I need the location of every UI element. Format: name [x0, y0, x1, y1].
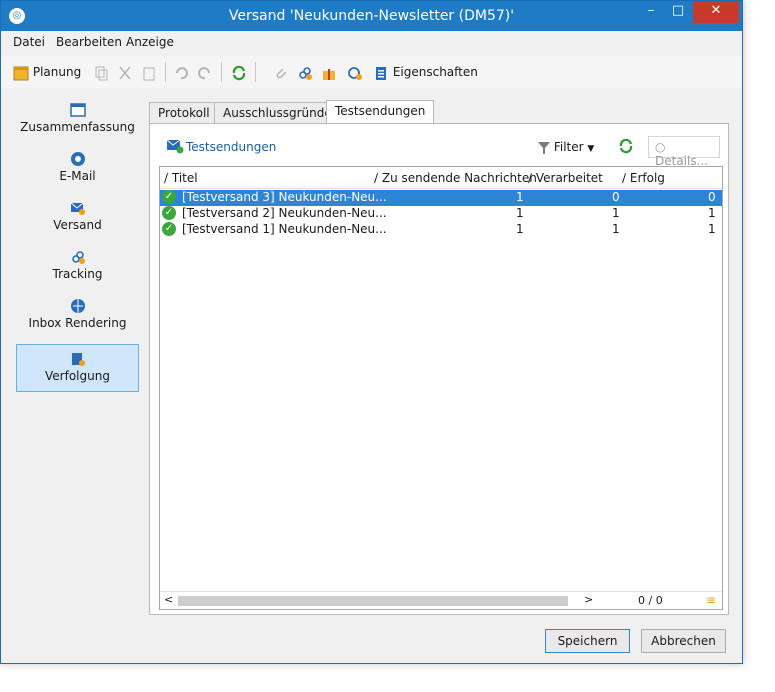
pager: 0 / 0: [638, 594, 663, 607]
main-panel: Testsendungen Filter ▼ ○ Details... ∕ Ti…: [149, 123, 729, 615]
target-icon[interactable]: [347, 63, 363, 81]
list-toolbar: Testsendungen Filter ▼ ○ Details...: [158, 134, 720, 168]
menu-bearbeiten[interactable]: Bearbeiten: [56, 35, 122, 49]
window: ◎ Versand 'Neukunden-Newsletter (DM57)' …: [0, 0, 743, 664]
link-icon: [71, 251, 85, 264]
scroll-right-icon[interactable]: >: [584, 593, 593, 606]
minimize-button[interactable]: –: [638, 1, 664, 23]
tab-testsendungen[interactable]: Testsendungen: [326, 100, 435, 124]
details-button[interactable]: ○ Details...: [648, 136, 720, 168]
save-button[interactable]: Speichern: [545, 629, 630, 653]
paste-icon[interactable]: [141, 63, 157, 81]
check-icon: ✓: [162, 190, 176, 204]
table-row[interactable]: ✓ [Testversand 1] Neukunden-Neu... 1 1 1: [160, 222, 722, 238]
col-verarbeitet[interactable]: ∕ Verarbeitet: [528, 171, 603, 185]
test-mail-icon: [166, 139, 184, 154]
copy-icon[interactable]: [93, 63, 109, 81]
nav-versand[interactable]: Versand: [16, 200, 139, 248]
delivery-icon: [70, 202, 85, 215]
funnel-icon: [538, 141, 550, 154]
close-button[interactable]: ✕: [693, 1, 739, 23]
search-icon: ○: [655, 140, 666, 154]
table-header: ∕ Titel ∕ Zu sendende Nachrichten ∕ Vera…: [160, 167, 722, 189]
check-icon: ✓: [162, 206, 176, 220]
table-row[interactable]: ✓ [Testversand 2] Neukunden-Neu... 1 1 1: [160, 206, 722, 222]
menu-bar: Datei Bearbeiten Anzeige: [1, 31, 742, 53]
table-row[interactable]: ✓ [Testversand 3] Neukunden-Neu... 1 0 0: [160, 190, 722, 206]
nav-zusammenfassung[interactable]: Zusammenfassung: [16, 102, 139, 150]
clipboard-icon: [376, 66, 386, 80]
toolbar: Planung Eigenschaften: [1, 56, 742, 88]
left-navigation: Zusammenfassung E-Mail Versand Tracking …: [8, 94, 148, 614]
horizontal-scrollbar[interactable]: < > 0 / 0 ≡: [160, 591, 722, 609]
email-icon: [70, 152, 85, 166]
toolbar-separator: [165, 62, 166, 82]
planung-button[interactable]: Planung: [13, 63, 81, 81]
filter-button[interactable]: Filter ▼: [538, 140, 594, 154]
col-titel[interactable]: ∕ Titel: [164, 171, 198, 185]
tab-ausschlussgruende[interactable]: Ausschlussgründe: [214, 102, 341, 124]
menu-datei[interactable]: Datei: [13, 35, 45, 49]
col-erfolg[interactable]: ∕ Erfolg: [622, 171, 665, 185]
globe-icon: [70, 299, 85, 313]
refresh-list-icon[interactable]: [618, 138, 634, 157]
undo-icon[interactable]: [173, 63, 189, 81]
nav-inbox-rendering[interactable]: Inbox Rendering: [16, 298, 139, 346]
link-icon[interactable]: [297, 63, 313, 81]
window-title: Versand 'Neukunden-Newsletter (DM57)': [228, 8, 515, 24]
nav-verfolgung[interactable]: Verfolgung: [16, 344, 139, 392]
attachment-icon[interactable]: [273, 63, 289, 81]
summary-icon: [69, 103, 86, 117]
result-table: ∕ Titel ∕ Zu sendende Nachrichten ∕ Vera…: [159, 166, 723, 610]
check-icon: ✓: [162, 222, 176, 236]
chevron-down-icon: ▼: [587, 144, 595, 154]
eigenschaften-button[interactable]: Eigenschaften: [373, 63, 478, 81]
scrollbar-thumb[interactable]: [178, 596, 568, 606]
tab-protokoll[interactable]: Protokoll: [149, 102, 219, 124]
refresh-icon[interactable]: [231, 63, 247, 81]
col-zu-senden[interactable]: ∕ Zu sendende Nachrichten: [374, 171, 537, 185]
toolbar-separator: [221, 62, 222, 82]
calendar-icon: [13, 66, 29, 80]
maximize-button[interactable]: □: [665, 1, 691, 23]
cut-icon[interactable]: [117, 63, 133, 81]
gift-icon[interactable]: [321, 63, 337, 81]
cancel-button[interactable]: Abbrechen: [641, 629, 726, 653]
nav-email[interactable]: E-Mail: [16, 151, 139, 199]
redo-icon[interactable]: [197, 63, 213, 81]
scroll-left-icon[interactable]: <: [164, 593, 173, 606]
tracking-icon: [71, 353, 85, 366]
menu-anzeige[interactable]: Anzeige: [126, 35, 174, 49]
menu-lines-icon[interactable]: ≡: [706, 593, 716, 607]
list-title: Testsendungen: [186, 140, 277, 154]
nav-tracking[interactable]: Tracking: [16, 249, 139, 297]
toolbar-separator: [255, 62, 256, 82]
title-bar[interactable]: ◎ Versand 'Neukunden-Newsletter (DM57)' …: [1, 1, 742, 31]
